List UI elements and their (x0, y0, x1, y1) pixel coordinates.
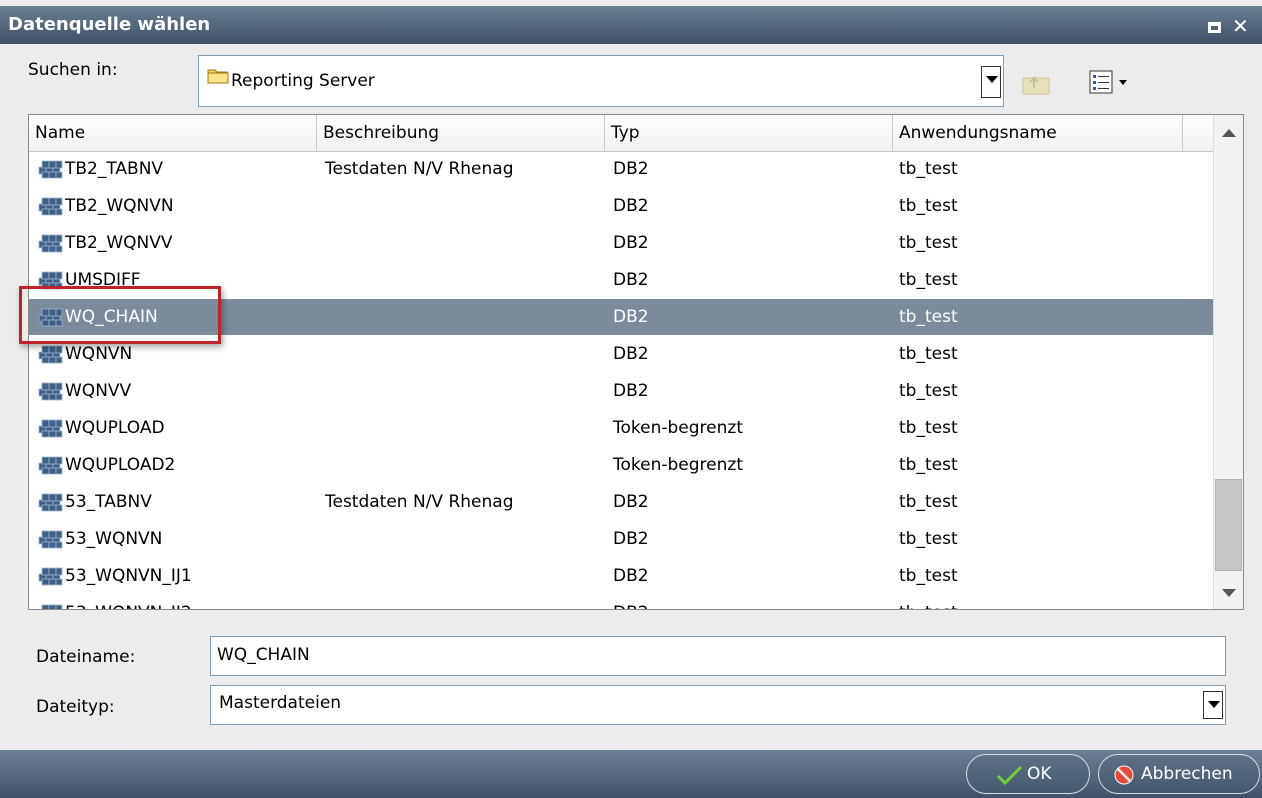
table-row[interactable]: 53_WQNVN_IJ2 DB2 tb_test (29, 595, 1213, 609)
search-in-label: Suchen in: (28, 60, 118, 80)
cell-application: tb_test (899, 159, 958, 179)
cell-application: tb_test (899, 455, 958, 475)
database-icon (38, 234, 63, 253)
select-datasource-dialog: Datenquelle wählen ✕ Suchen in: Reportin… (0, 0, 1262, 798)
cancel-label: Abbrechen (1141, 764, 1233, 784)
up-folder-icon[interactable] (1020, 70, 1052, 96)
checkmark-icon (996, 765, 1023, 785)
cell-type: Token-begrenzt (613, 455, 743, 475)
table-row[interactable]: 53_WQNVN DB2 tb_test (29, 521, 1213, 557)
database-icon (38, 419, 63, 438)
cancel-button[interactable]: Abbrechen (1098, 754, 1260, 794)
database-icon (38, 382, 63, 401)
cancel-icon (1114, 765, 1134, 785)
filename-input[interactable]: WQ_CHAIN (210, 636, 1226, 676)
cell-type: DB2 (613, 492, 649, 512)
cell-application: tb_test (899, 492, 958, 512)
cell-type: DB2 (613, 196, 649, 216)
column-header-name[interactable]: Name (29, 115, 317, 151)
cell-application: tb_test (899, 595, 958, 609)
scroll-up-icon[interactable] (1222, 129, 1236, 137)
cell-type: Token-begrenzt (613, 418, 743, 438)
view-menu-icon[interactable] (1088, 68, 1134, 96)
table-row[interactable]: WQUPLOAD Token-begrenzt tb_test (29, 410, 1213, 446)
cell-application: tb_test (899, 344, 958, 364)
cell-application: tb_test (899, 233, 958, 253)
database-icon (38, 197, 63, 216)
maximize-icon[interactable] (1208, 22, 1221, 33)
cell-name: WQUPLOAD2 (65, 455, 176, 475)
location-value: Reporting Server (231, 71, 375, 91)
table-row[interactable]: TB2_WQNVN DB2 tb_test (29, 188, 1213, 224)
filetype-dropdown[interactable]: Masterdateien (210, 685, 1226, 725)
close-icon[interactable]: ✕ (1232, 16, 1249, 36)
cell-description: Testdaten N/V Rhenag (325, 159, 514, 179)
cell-name: 53_WQNVN_IJ1 (65, 566, 192, 586)
cell-type: DB2 (613, 307, 649, 327)
cell-type: DB2 (613, 566, 649, 586)
ok-label: OK (1027, 764, 1052, 784)
cell-type: DB2 (613, 159, 649, 179)
cell-name: WQUPLOAD (65, 418, 165, 438)
file-list: Name Beschreibung Typ Anwendungsname TB2… (28, 114, 1244, 610)
cell-name: TB2_WQNVV (65, 233, 173, 253)
cell-name: 53_TABNV (65, 492, 152, 512)
database-icon (38, 530, 63, 549)
cell-type: DB2 (613, 344, 649, 364)
cell-type: DB2 (613, 270, 649, 290)
cell-application: tb_test (899, 381, 958, 401)
scroll-thumb[interactable] (1215, 479, 1242, 571)
ok-button[interactable]: OK (966, 754, 1090, 794)
cell-description: Testdaten N/V Rhenag (325, 492, 514, 512)
cell-application: tb_test (899, 196, 958, 216)
cell-application: tb_test (899, 529, 958, 549)
cell-name: 53_WQNVN (65, 529, 163, 549)
table-row[interactable]: 53_TABNV Testdaten N/V Rhenag DB2 tb_test (29, 484, 1213, 520)
cell-application: tb_test (899, 307, 958, 327)
dialog-title: Datenquelle wählen (8, 14, 211, 35)
cell-name: WQNVV (65, 381, 132, 401)
filetype-label: Dateityp: (36, 697, 115, 717)
filetype-value: Masterdateien (219, 693, 342, 713)
cell-name: TB2_WQNVN (65, 196, 174, 216)
list-header: Name Beschreibung Typ Anwendungsname (29, 115, 1213, 152)
chevron-down-icon[interactable] (1203, 691, 1223, 719)
column-header-description[interactable]: Beschreibung (317, 115, 605, 151)
cell-type: DB2 (613, 381, 649, 401)
vertical-scrollbar[interactable] (1213, 115, 1243, 609)
table-row[interactable]: TB2_WQNVV DB2 tb_test (29, 225, 1213, 261)
title-bar: Datenquelle wählen ✕ (0, 6, 1262, 44)
table-row[interactable]: WQUPLOAD2 Token-begrenzt tb_test (29, 447, 1213, 483)
cell-name: TB2_TABNV (65, 159, 164, 179)
location-dropdown[interactable]: Reporting Server (198, 55, 1004, 107)
database-icon (38, 567, 63, 586)
cell-application: tb_test (899, 270, 958, 290)
cell-type: DB2 (613, 233, 649, 253)
database-icon (38, 160, 63, 179)
chevron-down-icon[interactable] (981, 66, 1001, 98)
column-header-type[interactable]: Typ (605, 115, 893, 151)
database-icon (38, 493, 63, 512)
table-row[interactable]: WQNVV DB2 tb_test (29, 373, 1213, 409)
cell-type: DB2 (613, 529, 649, 549)
cell-application: tb_test (899, 566, 958, 586)
cell-type: DB2 (613, 595, 649, 609)
scroll-down-icon[interactable] (1222, 589, 1236, 597)
highlight-annotation (19, 286, 221, 344)
database-icon (41, 604, 63, 609)
database-icon (38, 456, 63, 475)
database-icon (38, 345, 63, 364)
cell-name: 53_WQNVN_IJ2 (65, 595, 192, 609)
filename-label: Dateiname: (36, 647, 136, 667)
folder-icon (207, 69, 229, 84)
table-row[interactable]: 53_WQNVN_IJ1 DB2 tb_test (29, 558, 1213, 594)
table-row[interactable]: TB2_TABNV Testdaten N/V Rhenag DB2 tb_test (29, 151, 1213, 187)
cell-application: tb_test (899, 418, 958, 438)
column-header-application[interactable]: Anwendungsname (893, 115, 1183, 151)
